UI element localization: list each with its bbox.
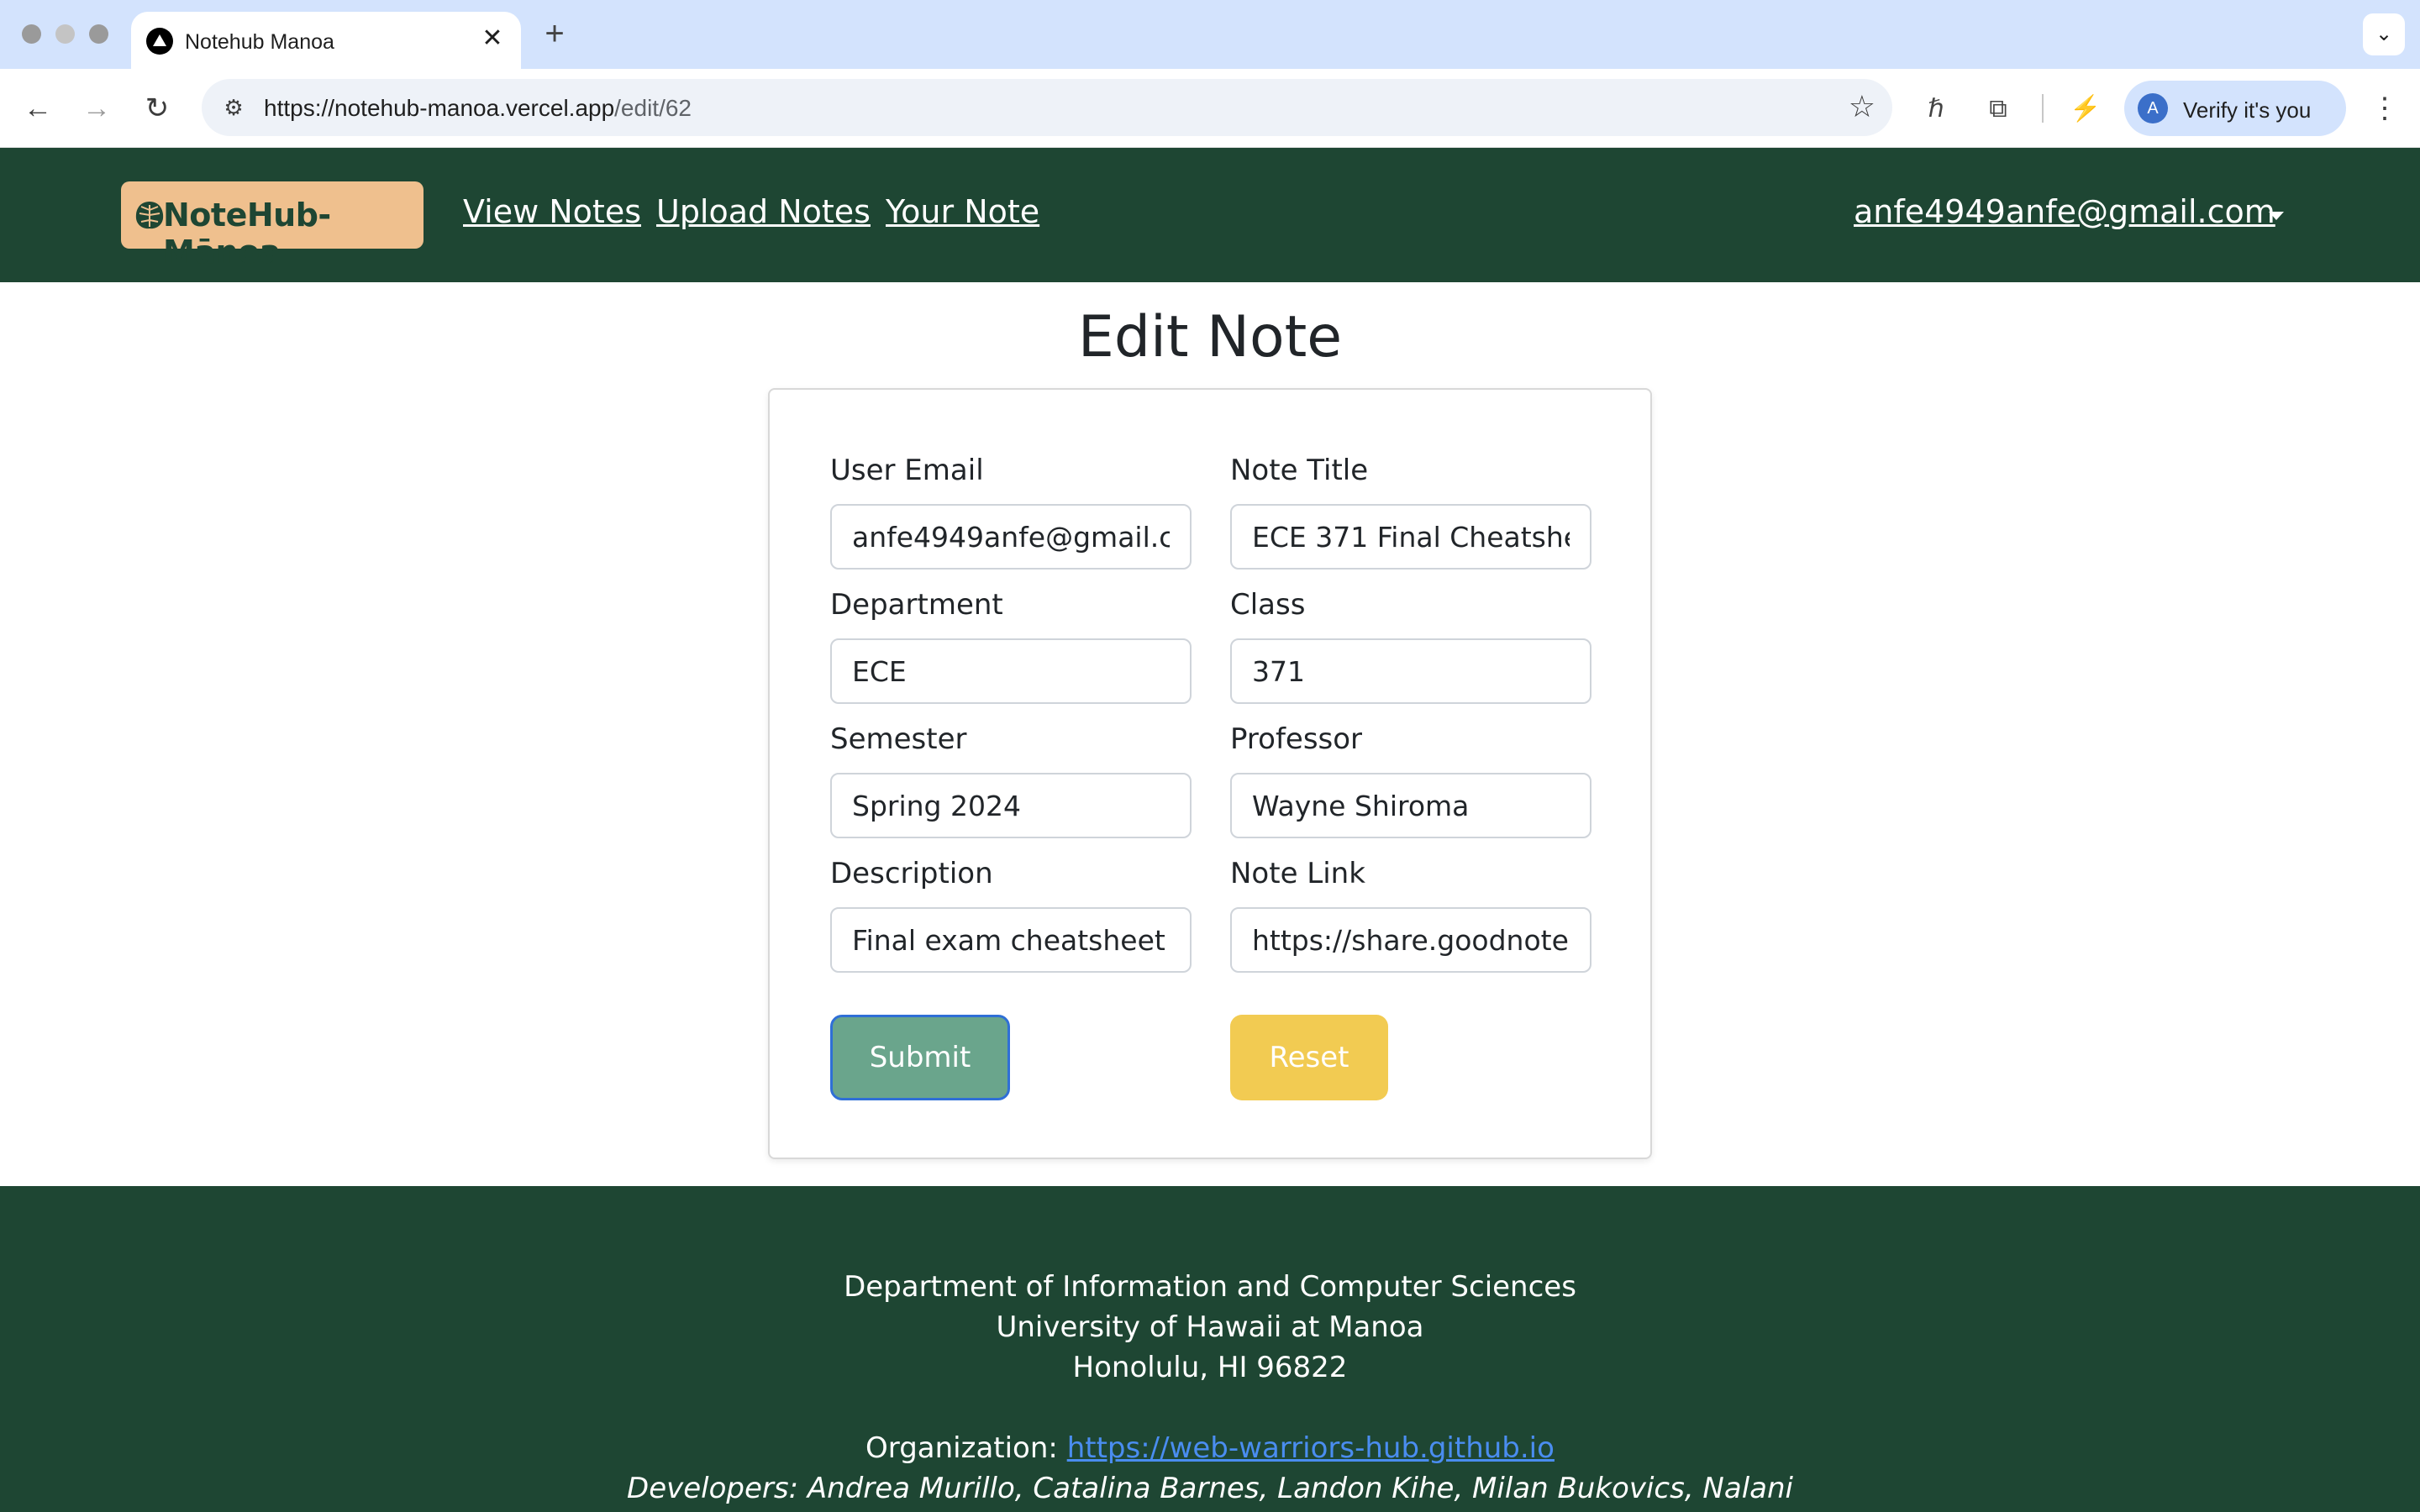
site-info-icon[interactable]: ⚙ [213, 87, 254, 128]
browser-tabstrip: Notehub Manoa ✕ + ⌄ [0, 0, 2420, 69]
nav-link-your-note[interactable]: Your Note [886, 193, 1039, 230]
site-navbar: NoteHub-Mānoa View Notes Upload Notes Yo… [0, 148, 2420, 282]
description-input[interactable] [830, 907, 1192, 973]
tab-title: Notehub Manoa [185, 30, 334, 54]
professor-input[interactable] [1230, 773, 1591, 838]
department-input[interactable] [830, 638, 1192, 704]
back-arrow-icon[interactable]: ← [18, 89, 57, 128]
url-text[interactable]: https://notehub-manoa.vercel.app/edit/62 [264, 95, 692, 122]
organization-link[interactable]: https://web-warriors-hub.github.io [1067, 1431, 1555, 1465]
footer-university: University of Hawaii at Manoa [996, 1310, 1424, 1344]
forward-arrow-icon[interactable]: → [77, 89, 116, 128]
kebab-menu-icon[interactable]: ⋮ [2368, 89, 2402, 128]
submit-button[interactable]: Submit [830, 1015, 1010, 1100]
footer-department: Department of Information and Computer S… [844, 1270, 1576, 1304]
department-label: Department [830, 588, 1003, 622]
page-title: Edit Note [1077, 304, 1343, 370]
maximize-window-icon[interactable] [89, 24, 108, 44]
organization-label: Organization: [865, 1431, 1067, 1465]
extensions-puzzle-icon[interactable]: ⧉ [1981, 92, 2015, 126]
user-dropdown[interactable]: anfe4949anfe@gmail.com [1854, 193, 2275, 230]
nav-link-view-notes[interactable]: View Notes [463, 193, 641, 230]
nav-link-upload-notes[interactable]: Upload Notes [656, 193, 871, 230]
class-label: Class [1230, 588, 1306, 622]
note-link-input[interactable] [1230, 907, 1591, 973]
footer-organization: Organization: https://web-warriors-hub.g… [0, 1431, 2420, 1465]
reload-icon[interactable]: ↻ [138, 89, 176, 128]
tab-close-icon[interactable]: ✕ [476, 22, 509, 55]
description-label: Description [830, 857, 993, 890]
note-link-label: Note Link [1230, 857, 1365, 890]
browser-tab[interactable]: Notehub Manoa ✕ [131, 12, 521, 69]
user-email-input[interactable] [830, 504, 1192, 570]
note-title-input[interactable] [1230, 504, 1591, 570]
footer-address: Honolulu, HI 96822 [1072, 1351, 1348, 1384]
caret-down-icon[interactable] [2269, 212, 2284, 220]
note-title-label: Note Title [1230, 454, 1369, 487]
semester-input[interactable] [830, 773, 1192, 838]
brand-name: NoteHub-Mānoa [163, 197, 331, 270]
browser-toolbar: ← → ↻ ⚙ https://notehub-manoa.vercel.app… [0, 69, 2420, 148]
monstera-leaf-icon [135, 202, 164, 229]
site-footer: Department of Information and Computer S… [0, 1186, 2420, 1512]
user-email-label: User Email [830, 454, 984, 487]
semester-label: Semester [830, 722, 967, 756]
close-window-icon[interactable] [22, 24, 41, 44]
url-path: /edit/62 [614, 95, 692, 121]
url-host: https://notehub-manoa.vercel.app [264, 95, 615, 121]
vercel-favicon-icon [146, 28, 173, 55]
toolbar-divider [2042, 94, 2044, 123]
brand-logo[interactable]: NoteHub-Mānoa [121, 181, 424, 270]
edit-note-form: User Email Note Title Department Class S… [768, 388, 1652, 1159]
profile-avatar: A [2138, 93, 2168, 123]
verify-label: Verify it's you [2183, 97, 2312, 123]
reset-button[interactable]: Reset [1230, 1015, 1388, 1100]
extension-h-icon[interactable]: ℏ [1919, 92, 1953, 126]
address-bar[interactable]: ⚙ https://notehub-manoa.vercel.app/edit/… [202, 79, 1892, 136]
footer-developers: Developers: Andrea Murillo, Catalina Bar… [627, 1472, 1793, 1505]
tab-search-chevron-icon[interactable]: ⌄ [2363, 13, 2405, 55]
verify-profile-button[interactable]: A Verify it's you [2124, 81, 2346, 136]
bookmark-star-icon[interactable]: ☆ [1849, 89, 1876, 124]
class-input[interactable] [1230, 638, 1591, 704]
new-tab-button[interactable]: + [538, 15, 571, 52]
performance-icon[interactable]: ⚡ [2069, 92, 2102, 126]
professor-label: Professor [1230, 722, 1363, 756]
minimize-window-icon[interactable] [55, 24, 75, 44]
